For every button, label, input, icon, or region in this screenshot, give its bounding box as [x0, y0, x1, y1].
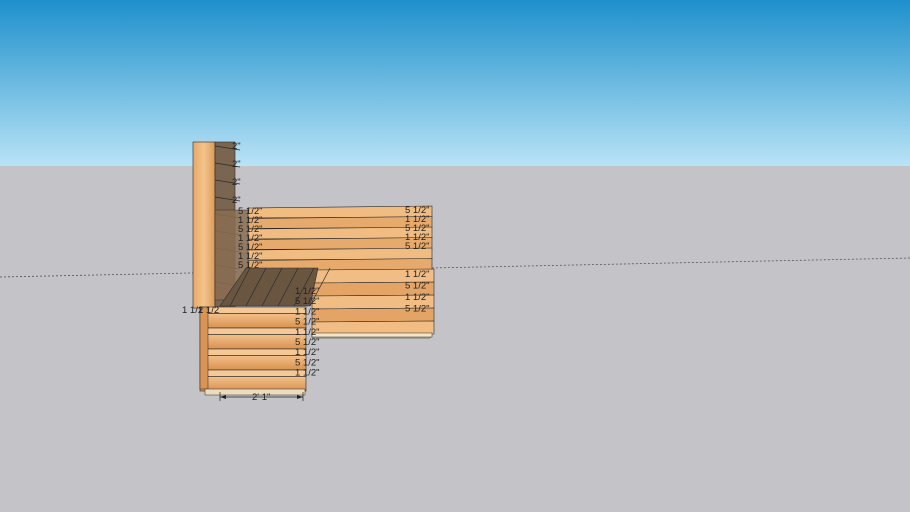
front-plank [199, 327, 307, 335]
horizon-line [0, 257, 910, 278]
back-board-dimension: 5 1/2" [238, 260, 263, 271]
model-viewport[interactable]: 2" 2" 2" 2" 5 1/2" 1 1/2" 5 1/2" 1 1/2" 5 1/2" 1 … [0, 0, 910, 512]
right-front-dimension: 1 1/2" [405, 269, 430, 280]
back-top-dimension: 2" [232, 177, 241, 188]
front-plank [199, 355, 307, 371]
right-back-dimension: 5 1/2" [405, 241, 430, 252]
right-front-dimension: 5 1/2" [405, 304, 430, 315]
right-front-dimension: 1 1/2" [405, 292, 430, 303]
back-top-dimension: 2" [232, 195, 241, 206]
right-front-dimension: 5 1/2" [405, 281, 430, 292]
bench-model[interactable]: 2"2"2"2"5 1/2"1 1/2"5 1/2"1 1/2"5 1/2"1 … [0, 0, 910, 512]
left-dimension-label-2: 1 1/2 [198, 305, 219, 316]
front-plank [199, 334, 307, 350]
front-plank [199, 369, 307, 377]
right-front-base [311, 332, 433, 338]
front-plank [199, 348, 307, 356]
back-top-dimension: 2" [232, 141, 241, 152]
front-dimension: 1 1/2" [295, 368, 320, 379]
back-top-dimension: 2" [232, 159, 241, 170]
front-boards [199, 306, 307, 392]
width-dimension-label: 2' 1" [252, 392, 270, 403]
front-left-edge [199, 306, 209, 390]
